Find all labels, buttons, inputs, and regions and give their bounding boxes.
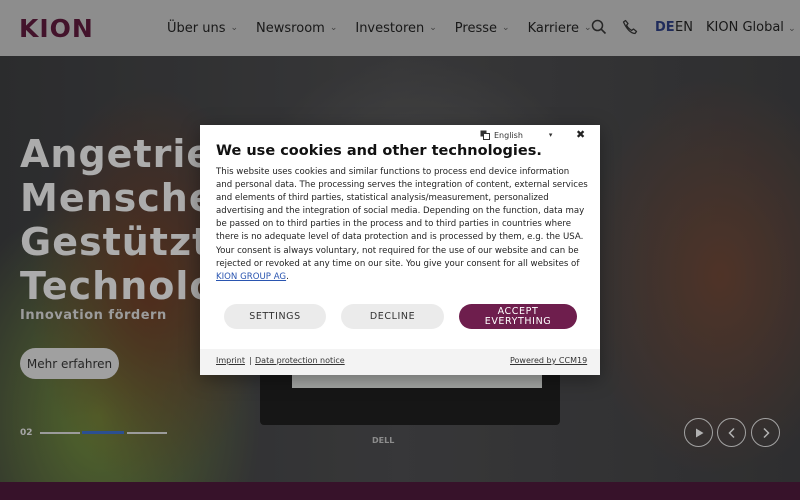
language-select[interactable]: English ▾ [480, 130, 552, 140]
close-icon[interactable]: ✖ [576, 128, 585, 141]
body-text: This website uses cookies and similar fu… [216, 167, 588, 269]
kion-group-link[interactable]: KION GROUP AG [216, 272, 286, 282]
footer-separator: | [249, 356, 252, 365]
language-select-value: English [494, 130, 523, 140]
translate-icon [480, 130, 490, 140]
decline-button[interactable]: DECLINE [341, 304, 444, 329]
accept-everything-button[interactable]: ACCEPT EVERYTHING [459, 304, 577, 329]
data-protection-link[interactable]: Data protection notice [255, 356, 345, 365]
cookie-consent-dialog: English ▾ ✖ We use cookies and other tec… [200, 125, 600, 375]
caret-down-icon: ▾ [548, 131, 553, 139]
body-end: . [286, 271, 289, 282]
imprint-link[interactable]: Imprint [216, 356, 245, 365]
powered-by-link[interactable]: Powered by CCM19 [510, 356, 587, 365]
settings-button[interactable]: SETTINGS [224, 304, 326, 329]
dialog-body: This website uses cookies and similar fu… [216, 166, 588, 284]
dialog-title: We use cookies and other technologies. [216, 143, 542, 159]
